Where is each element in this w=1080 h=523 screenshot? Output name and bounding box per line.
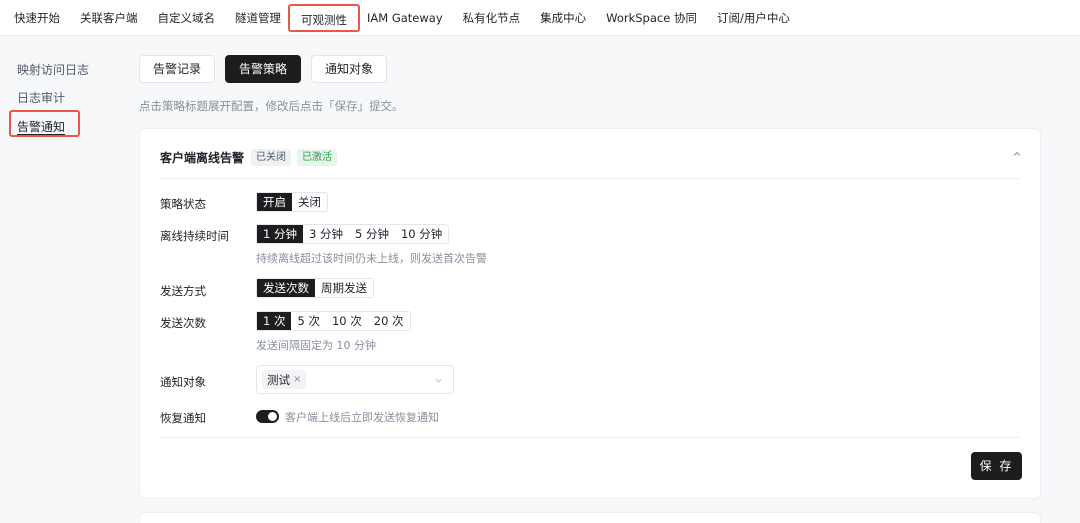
nav-item-tunnel-management[interactable]: 隧道管理 — [235, 4, 281, 32]
send-mode-label: 发送方式 — [160, 284, 206, 298]
nav-item-subscription[interactable]: 订阅/用户中心 — [717, 4, 790, 32]
count-option-20[interactable]: 20 次 — [368, 312, 410, 330]
count-option-5[interactable]: 5 次 — [291, 312, 325, 330]
tab-notify-targets[interactable]: 通知对象 — [311, 55, 388, 83]
recovery-toggle[interactable] — [256, 410, 279, 423]
status-badge-activated: 已激活 — [297, 149, 338, 166]
send-count-help: 发送间隔固定为 10 分钟 — [256, 339, 376, 352]
sidebar-item-log-audit[interactable]: 日志审计 — [17, 89, 65, 106]
notify-target-label: 通知对象 — [160, 375, 206, 389]
send-mode-option-count[interactable]: 发送次数 — [257, 279, 315, 297]
nav-item-iam-gateway[interactable]: IAM Gateway — [367, 4, 443, 32]
tag-label: 测试 — [267, 372, 290, 387]
duration-option-10min[interactable]: 10 分钟 — [395, 225, 448, 243]
nav-item-private-nodes[interactable]: 私有化节点 — [463, 4, 521, 32]
policy-title: 客户端离线告警 — [160, 151, 245, 165]
chevron-up-icon[interactable] — [1012, 149, 1022, 159]
send-mode-segmented: 发送次数 周期发送 — [256, 278, 374, 298]
recovery-label: 恢复通知 — [160, 411, 206, 425]
send-count-segmented: 1 次 5 次 10 次 20 次 — [256, 311, 411, 331]
notify-target-select[interactable]: 测试 × — [256, 365, 454, 394]
sidebar-item-mapping-access-log[interactable]: 映射访问日志 — [17, 61, 89, 78]
sidebar-item-alert-notification[interactable]: 告警通知 — [17, 118, 65, 135]
status-label: 策略状态 — [160, 197, 206, 211]
send-count-label: 发送次数 — [160, 316, 206, 330]
nav-item-quick-start[interactable]: 快速开始 — [14, 4, 60, 32]
toggle-knob — [268, 412, 277, 421]
status-badge-closed: 已关闭 — [251, 149, 292, 166]
policy-card-header[interactable]: 客户端离线告警 已关闭 已激活 — [160, 149, 343, 166]
offline-duration-segmented: 1 分钟 3 分钟 5 分钟 10 分钟 — [256, 224, 450, 244]
nav-item-integration-center[interactable]: 集成中心 — [540, 4, 586, 32]
next-policy-card[interactable] — [139, 512, 1041, 523]
offline-duration-label: 离线持续时间 — [160, 229, 229, 243]
offline-duration-help: 持续离线超过该时间仍未上线，则发送首次告警 — [256, 252, 487, 265]
footer-divider — [160, 437, 1020, 438]
status-option-on[interactable]: 开启 — [257, 193, 292, 211]
count-option-10[interactable]: 10 次 — [326, 312, 368, 330]
hint-text: 点击策略标题展开配置，修改后点击「保存」提交。 — [139, 99, 404, 113]
tab-alert-policies[interactable]: 告警策略 — [225, 55, 302, 83]
sidebar: 映射访问日志 日志审计 告警通知 — [0, 36, 130, 523]
policy-card: 客户端离线告警 已关闭 已激活 策略状态 开启 关闭 离线持续时间 1 分钟 3… — [139, 128, 1041, 499]
duration-option-3min[interactable]: 3 分钟 — [303, 225, 349, 243]
nav-item-workspace[interactable]: WorkSpace 协同 — [606, 4, 697, 32]
nav-item-custom-domain[interactable]: 自定义域名 — [158, 4, 216, 32]
duration-option-5min[interactable]: 5 分钟 — [349, 225, 395, 243]
status-segmented: 开启 关闭 — [256, 192, 328, 212]
notify-target-tag: 测试 × — [262, 370, 307, 389]
send-mode-option-periodic[interactable]: 周期发送 — [315, 279, 373, 297]
top-navigation: 快速开始 关联客户端 自定义域名 隧道管理 可观测性 IAM Gateway 私… — [0, 0, 1080, 36]
close-icon[interactable]: × — [293, 374, 301, 385]
status-option-off[interactable]: 关闭 — [292, 193, 327, 211]
nav-item-linked-clients[interactable]: 关联客户端 — [80, 4, 138, 32]
tab-alert-records[interactable]: 告警记录 — [139, 55, 216, 83]
save-button[interactable]: 保 存 — [971, 452, 1022, 480]
count-option-1[interactable]: 1 次 — [257, 312, 292, 330]
header-divider — [160, 178, 1020, 179]
chevron-down-icon — [435, 378, 442, 383]
duration-option-1min[interactable]: 1 分钟 — [257, 225, 303, 243]
recovery-description: 客户端上线后立即发送恢复通知 — [285, 411, 439, 424]
nav-item-observability[interactable]: 可观测性 — [288, 3, 360, 32]
tab-bar: 告警记录 告警策略 通知对象 — [139, 55, 388, 83]
